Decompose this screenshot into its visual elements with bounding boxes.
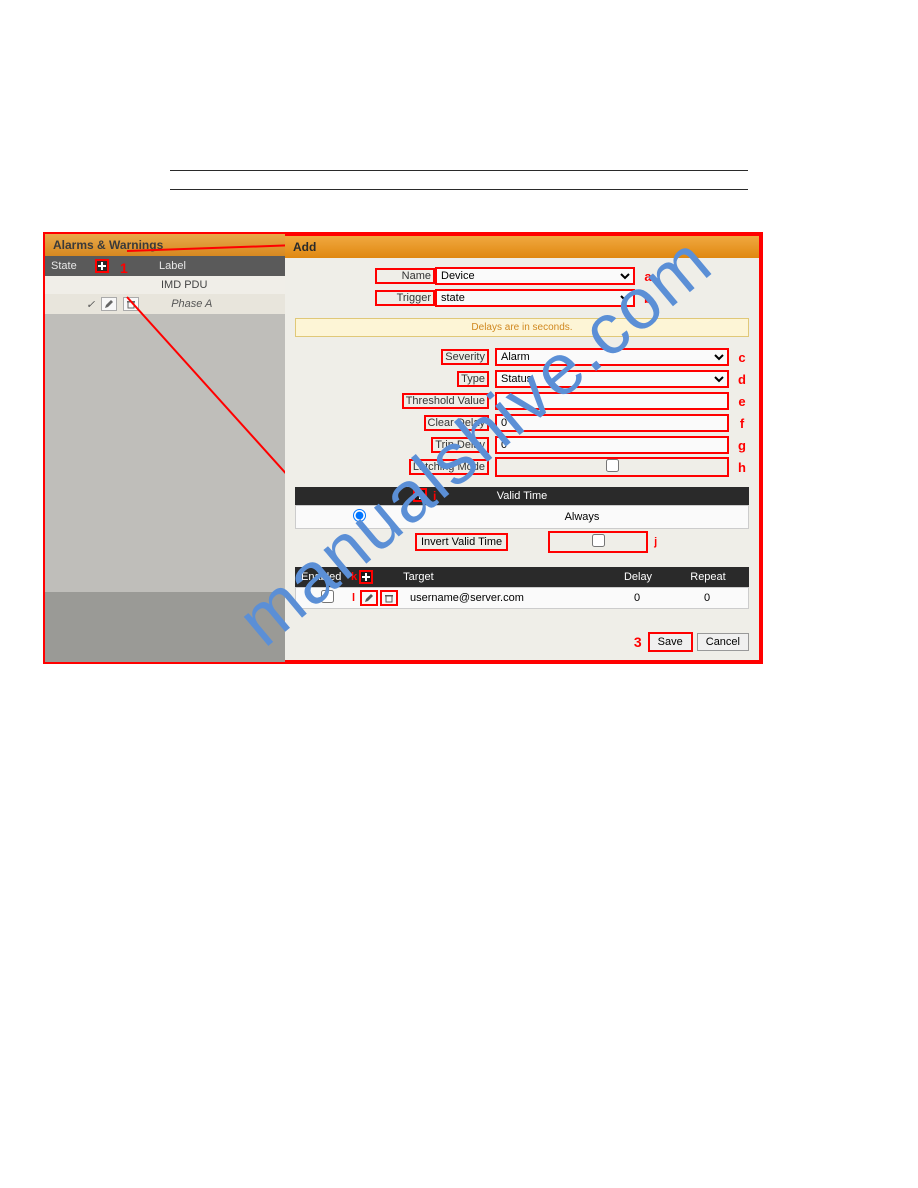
hr-top bbox=[170, 170, 748, 171]
latching-checkbox[interactable] bbox=[606, 459, 619, 472]
invert-checkbox[interactable] bbox=[592, 534, 605, 547]
name-trigger-group: Name Device a Trigger state b bbox=[375, 266, 749, 308]
letter-l: l bbox=[352, 592, 360, 604]
dialog-footer: 3 Save Cancel bbox=[634, 632, 749, 652]
name-select[interactable]: Device bbox=[435, 267, 635, 285]
always-label: Always bbox=[419, 511, 745, 523]
letter-h: h bbox=[735, 460, 749, 475]
pencil-icon bbox=[364, 593, 374, 603]
always-row: Always bbox=[295, 505, 749, 529]
delete-target-button[interactable] bbox=[380, 590, 398, 606]
valid-time-header: i Valid Time bbox=[295, 487, 749, 505]
severity-row: Severity Alarm c bbox=[345, 347, 749, 367]
table-row: IMD PDU bbox=[45, 276, 285, 294]
valid-time-title: Valid Time bbox=[497, 490, 548, 502]
letter-c: c bbox=[735, 350, 749, 365]
horizontal-rules bbox=[0, 0, 918, 190]
threshold-label: Threshold Value bbox=[345, 393, 495, 409]
latching-label: Latching Mode bbox=[345, 459, 495, 475]
target-delay: 0 bbox=[602, 592, 672, 604]
trip-delay-label: Trip Delay bbox=[345, 437, 495, 453]
threshold-input[interactable] bbox=[495, 392, 729, 410]
name-row: Name Device a bbox=[375, 266, 749, 286]
screenshot-container: Alarms & Warnings State Label IMD PDU ✓ … bbox=[43, 232, 763, 664]
target-repeat: 0 bbox=[672, 592, 742, 604]
letter-f: f bbox=[735, 416, 749, 431]
row-label: IMD PDU bbox=[161, 279, 207, 291]
enabled-column-header: Enabled bbox=[301, 571, 351, 583]
add-alarm-button[interactable] bbox=[95, 259, 109, 273]
add-target-button[interactable] bbox=[359, 570, 373, 584]
type-label: Type bbox=[345, 371, 495, 387]
severity-label: Severity bbox=[345, 349, 495, 365]
invert-valid-time-row: Invert Valid Time j bbox=[295, 531, 749, 553]
letter-b: b bbox=[641, 291, 655, 306]
check-icon: ✓ bbox=[86, 298, 95, 311]
callout-3: 3 bbox=[634, 634, 642, 650]
pencil-icon bbox=[104, 299, 114, 309]
delay-column-header: Delay bbox=[603, 571, 673, 583]
trigger-select[interactable]: state bbox=[435, 289, 635, 307]
trigger-row: Trigger state b bbox=[375, 288, 749, 308]
severity-select[interactable]: Alarm bbox=[495, 348, 729, 366]
type-select[interactable]: Status bbox=[495, 370, 729, 388]
callout-1: 1 bbox=[120, 260, 128, 276]
add-dialog: Add Name Device a Trigger state b bbox=[285, 234, 761, 662]
targets-header: Enabled k Target Delay Repeat bbox=[295, 567, 749, 587]
plus-icon bbox=[97, 261, 107, 271]
main-form-group: Severity Alarm c Type Status d Threshold… bbox=[345, 347, 749, 477]
type-row: Type Status d bbox=[345, 369, 749, 389]
cancel-button[interactable]: Cancel bbox=[697, 633, 749, 651]
trip-delay-row: Trip Delay g bbox=[345, 435, 749, 455]
latching-row: Latching Mode h bbox=[345, 457, 749, 477]
letter-e: e bbox=[735, 394, 749, 409]
letter-g: g bbox=[735, 438, 749, 453]
clear-delay-input[interactable] bbox=[495, 414, 729, 432]
panel-footer-area bbox=[45, 592, 285, 662]
label-column-header: Label bbox=[159, 260, 186, 272]
table-row: ✓ Phase A bbox=[45, 294, 285, 314]
plus-icon bbox=[361, 572, 371, 582]
letter-k: k bbox=[351, 571, 357, 583]
clear-delay-label: Clear Delay bbox=[345, 415, 495, 431]
row-label: Phase A bbox=[171, 298, 212, 310]
invert-valid-time-label: Invert Valid Time bbox=[415, 533, 508, 551]
delays-note-banner: Delays are in seconds. bbox=[295, 318, 749, 337]
plus-icon bbox=[415, 490, 425, 500]
invert-checkbox-container bbox=[548, 531, 648, 553]
trigger-label: Trigger bbox=[375, 290, 435, 306]
hr-bottom bbox=[170, 189, 748, 190]
target-enabled-checkbox[interactable] bbox=[321, 590, 334, 603]
trash-icon bbox=[384, 593, 394, 603]
alarms-table-header: State Label bbox=[45, 256, 285, 276]
latching-checkbox-cell bbox=[495, 457, 729, 477]
letter-i: i bbox=[433, 489, 436, 503]
repeat-column-header: Repeat bbox=[673, 571, 743, 583]
target-row: l username@server.com 0 0 bbox=[295, 587, 749, 609]
target-value: username@server.com bbox=[400, 592, 602, 604]
edit-target-button[interactable] bbox=[360, 590, 378, 606]
trip-delay-input[interactable] bbox=[495, 436, 729, 454]
clear-delay-row: Clear Delay f bbox=[345, 413, 749, 433]
add-valid-time-button[interactable] bbox=[413, 488, 427, 502]
threshold-row: Threshold Value e bbox=[345, 391, 749, 411]
edit-icon[interactable] bbox=[101, 297, 117, 311]
dialog-body: Name Device a Trigger state b Delays are… bbox=[285, 258, 759, 617]
letter-j: j bbox=[654, 536, 657, 548]
letter-a: a bbox=[641, 269, 655, 284]
state-column-header: State bbox=[51, 260, 91, 272]
target-column-header: Target bbox=[383, 571, 603, 583]
always-radio[interactable] bbox=[353, 509, 366, 522]
save-button[interactable]: Save bbox=[648, 632, 693, 652]
dialog-title: Add bbox=[285, 236, 759, 258]
letter-d: d bbox=[735, 372, 749, 387]
name-label: Name bbox=[375, 268, 435, 284]
